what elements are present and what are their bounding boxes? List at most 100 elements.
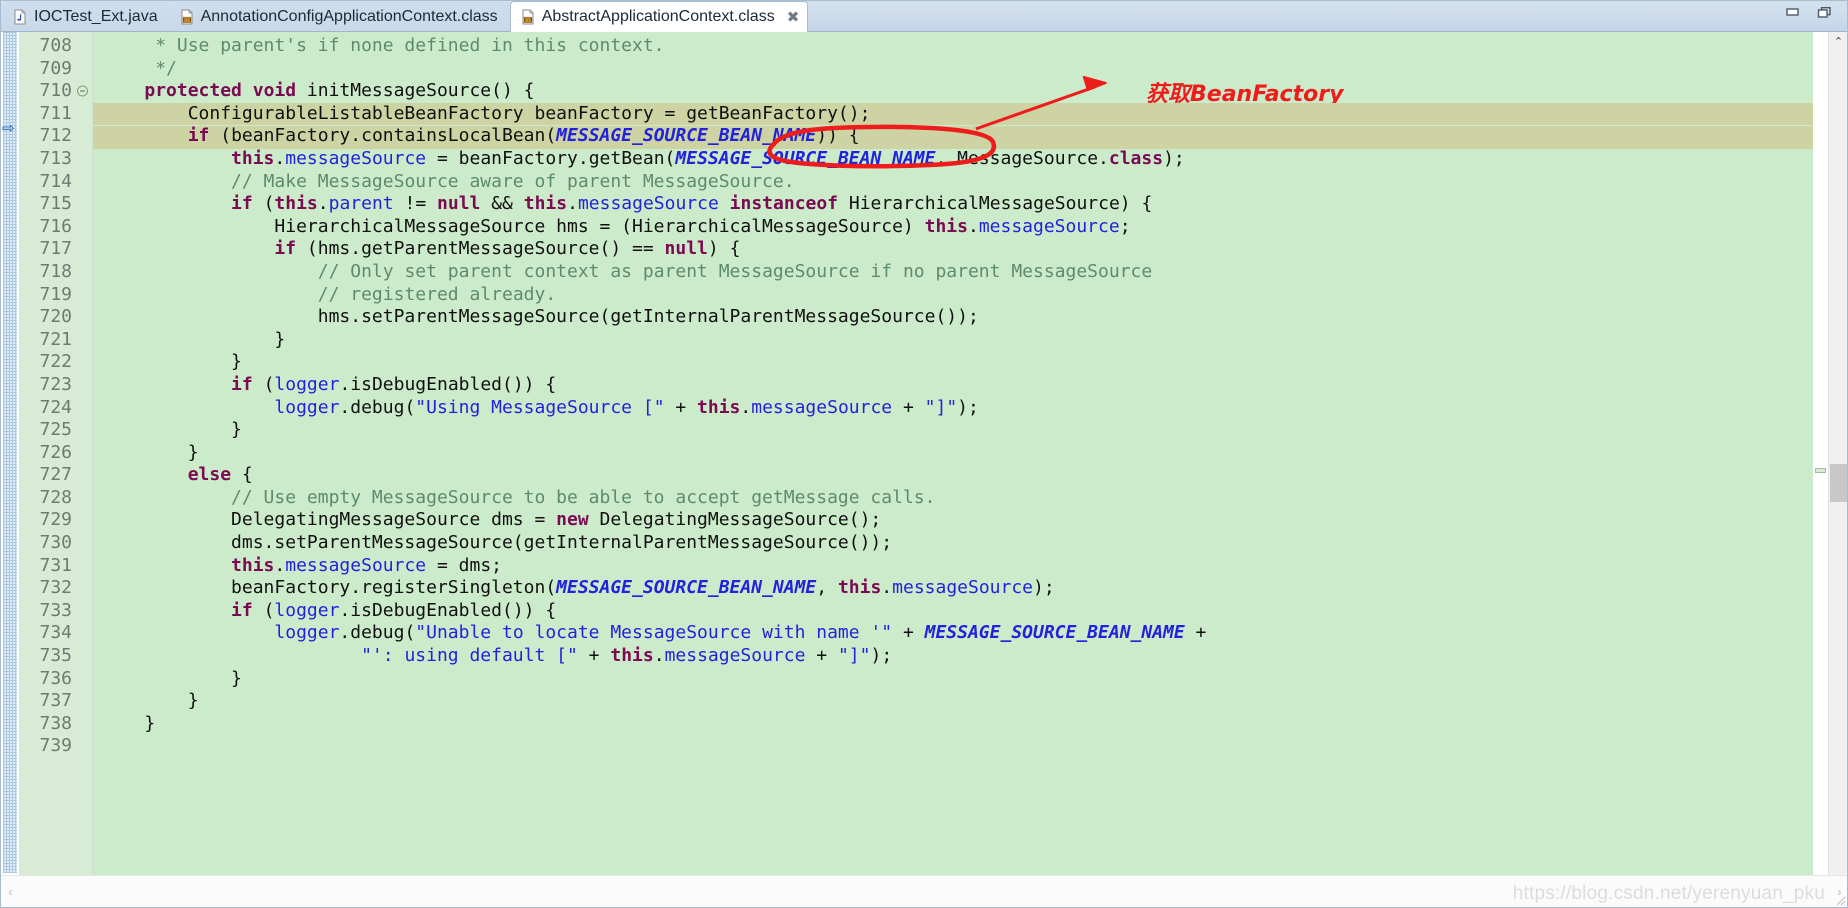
code-line[interactable]: // Make MessageSource aware of parent Me… <box>93 171 1813 194</box>
close-icon[interactable]: ✖ <box>787 10 800 25</box>
code-token: , MessageSource. <box>935 147 1109 169</box>
code-line[interactable]: * Use parent's if none defined in this c… <box>93 35 1813 58</box>
code-line[interactable]: HierarchicalMessageSource hms = (Hierarc… <box>93 216 1813 239</box>
code-line[interactable]: if (logger.isDebugEnabled()) { <box>93 600 1813 623</box>
maximize-restore-icon[interactable] <box>1817 6 1833 20</box>
vertical-scrollbar-thumb[interactable] <box>1830 464 1847 502</box>
code-line[interactable]: logger.debug("Unable to locate MessageSo… <box>93 622 1813 645</box>
code-line[interactable]: this.messageSource = beanFactory.getBean… <box>93 148 1813 171</box>
code-line[interactable]: } <box>93 690 1813 713</box>
code-token: this <box>231 147 275 169</box>
code-token: messageSource <box>892 577 1034 599</box>
tab-annotationconfigapplicationcontext-class[interactable]: 010 AnnotationConfigApplicationContext.c… <box>169 2 510 31</box>
code-token: protected void <box>144 80 297 102</box>
code-token: } <box>101 712 156 734</box>
code-token: HierarchicalMessageSource hms = (Hierarc… <box>101 215 925 237</box>
tab-ioctest-ext-java[interactable]: IOCTest_Ext.java <box>3 2 170 31</box>
minimize-icon[interactable] <box>1785 6 1801 20</box>
code-token: else <box>187 464 232 486</box>
code-line[interactable]: // registered already. <box>93 284 1813 307</box>
code-token: .isDebugEnabled()) { <box>339 373 557 395</box>
code-token: + <box>577 645 611 667</box>
line-number: 733 <box>39 599 72 621</box>
code-line[interactable]: } <box>93 668 1813 691</box>
vertical-scrollbar[interactable]: ⌃ ⌄ <box>1828 32 1847 907</box>
code-line[interactable]: this.messageSource = dms; <box>93 555 1813 578</box>
line-number: 735 <box>39 645 72 667</box>
code-line[interactable]: if (this.parent != null && this.messageS… <box>93 193 1813 216</box>
code-token: . <box>317 193 329 215</box>
code-line[interactable]: } <box>93 442 1813 465</box>
code-line[interactable]: if (logger.isDebugEnabled()) { <box>93 374 1813 397</box>
code-token: } <box>101 351 242 373</box>
code-line[interactable]: ConfigurableListableBeanFactory beanFact… <box>93 102 1813 126</box>
code-token: . <box>967 215 979 237</box>
code-line[interactable]: // Use empty MessageSource to be able to… <box>93 487 1813 510</box>
annotation-ruler[interactable]: ⇨ <box>1 32 19 907</box>
code-token: . <box>274 554 286 576</box>
code-token: . <box>653 645 665 667</box>
code-line[interactable]: } <box>93 713 1813 736</box>
code-line[interactable]: "': using default [" + this.messageSourc… <box>93 645 1813 668</box>
code-token: logger <box>274 622 340 644</box>
code-token: } <box>101 419 242 441</box>
scroll-up-icon[interactable]: ⌃ <box>1829 32 1847 50</box>
code-line[interactable]: } <box>93 419 1813 442</box>
overview-marker[interactable] <box>1815 468 1826 473</box>
code-token: messageSource <box>978 215 1120 237</box>
resize-grip-icon[interactable] <box>1831 891 1847 907</box>
code-token: . <box>274 147 286 169</box>
overview-ruler[interactable] <box>1813 32 1828 907</box>
tab-abstractapplicationcontext-class[interactable]: 010 AbstractApplicationContext.class ✖ <box>509 1 809 32</box>
eclipse-editor-window: IOCTest_Ext.java 010 AnnotationConfigApp… <box>0 0 1848 908</box>
window-controls <box>1785 6 1847 26</box>
fold-collapse-icon[interactable] <box>77 85 88 97</box>
code-token: } <box>101 441 199 463</box>
code-token: this <box>697 396 741 418</box>
code-line[interactable]: protected void initMessageSource() { <box>93 80 1813 103</box>
code-token: initMessageSource() { <box>296 80 535 102</box>
code-line[interactable]: logger.debug("Using MessageSource [" + t… <box>93 397 1813 420</box>
code-token: // registered already. <box>317 283 557 305</box>
code-token: class <box>1108 147 1164 169</box>
line-number: 709 <box>39 57 72 79</box>
code-token: MESSAGE_SOURCE_BEAN_NAME <box>556 577 817 599</box>
code-token: beanFactory.registerSingleton( <box>101 577 557 599</box>
code-token: if <box>231 599 253 621</box>
code-token: new <box>556 509 589 531</box>
code-token: hms.setParentMessageSource(getInternalPa… <box>101 306 979 328</box>
code-line[interactable]: DelegatingMessageSource dms = new Delega… <box>93 509 1813 532</box>
code-line[interactable]: beanFactory.registerSingleton(MESSAGE_SO… <box>93 577 1813 600</box>
line-number: 731 <box>39 554 72 576</box>
code-line[interactable]: // Only set parent context as parent Mes… <box>93 261 1813 284</box>
editor-tab-bar: IOCTest_Ext.java 010 AnnotationConfigApp… <box>1 1 1847 32</box>
code-token: this <box>924 215 968 237</box>
right-ruler-column: ⌃ ⌄ <box>1813 32 1847 907</box>
code-line[interactable]: } <box>93 329 1813 352</box>
code-line[interactable]: hms.setParentMessageSource(getInternalPa… <box>93 306 1813 329</box>
code-line[interactable]: */ <box>93 58 1813 81</box>
code-line[interactable]: if (beanFactory.containsLocalBean(MESSAG… <box>93 125 1813 148</box>
code-token: messageSource <box>285 554 427 576</box>
code-token: } <box>101 667 242 689</box>
line-number: 710 <box>19 80 92 103</box>
line-number: 725 <box>39 419 72 441</box>
line-number: 712 <box>39 125 72 147</box>
code-token: instanceof <box>729 193 839 215</box>
line-number: 721 <box>39 328 72 350</box>
scroll-left-icon[interactable]: ‹ <box>1 876 20 907</box>
code-line[interactable]: dms.setParentMessageSource(getInternalPa… <box>93 532 1813 555</box>
code-line[interactable]: } <box>93 351 1813 374</box>
code-line[interactable]: else { <box>93 464 1813 487</box>
line-number: 739 <box>39 735 72 757</box>
code-text[interactable]: * Use parent's if none defined in this c… <box>93 32 1813 758</box>
code-line[interactable] <box>93 735 1813 758</box>
code-canvas[interactable]: * Use parent's if none defined in this c… <box>93 32 1813 907</box>
code-token: + <box>805 645 838 667</box>
code-token: */ <box>155 57 177 79</box>
code-line[interactable]: if (hms.getParentMessageSource() == null… <box>93 238 1813 261</box>
